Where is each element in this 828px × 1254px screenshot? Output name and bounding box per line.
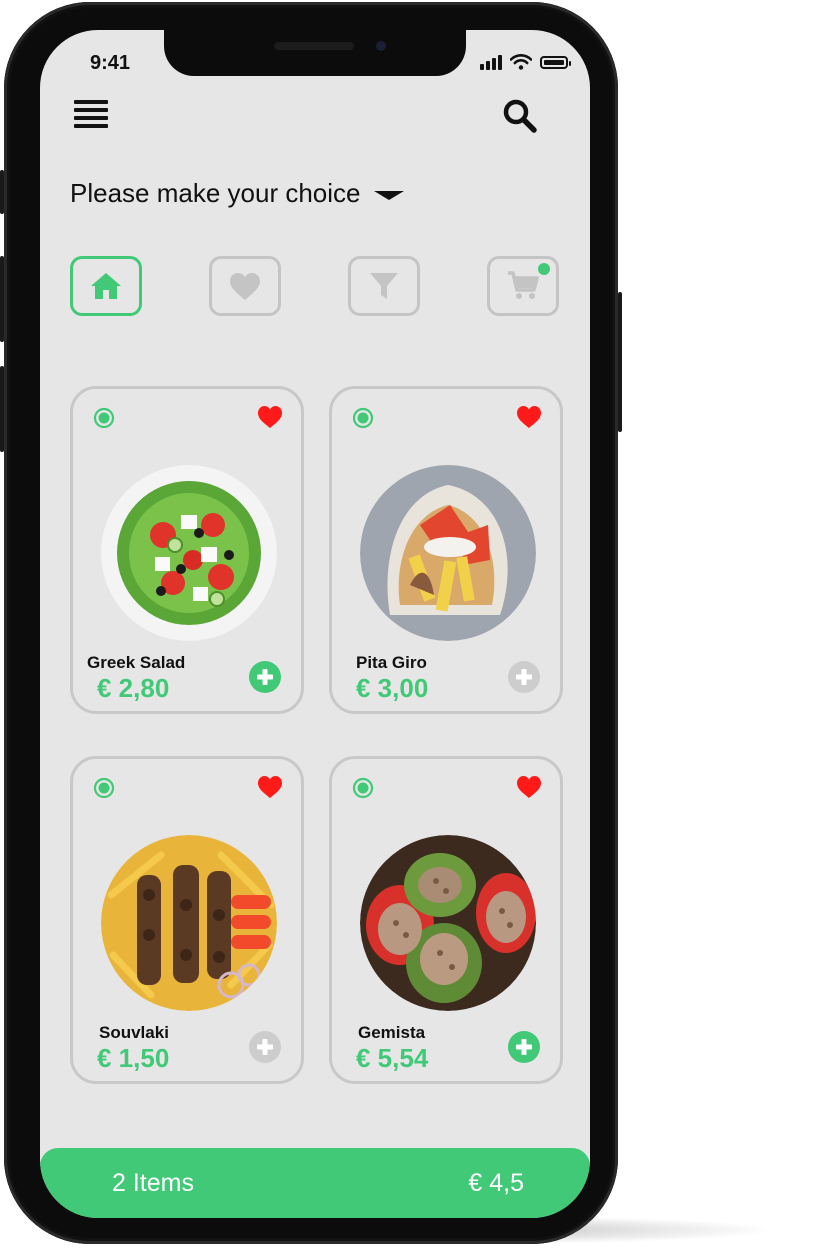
search-icon[interactable] bbox=[502, 98, 538, 134]
product-name: Pita Giro bbox=[356, 653, 427, 672]
product-card[interactable]: Souvlaki € 1,50 bbox=[70, 756, 304, 1084]
tab-home[interactable] bbox=[70, 256, 142, 316]
power-button bbox=[618, 292, 622, 432]
status-time: 9:41 bbox=[90, 52, 131, 74]
cart-badge bbox=[538, 263, 550, 275]
favorite-heart-icon[interactable] bbox=[257, 405, 283, 429]
speaker-grille bbox=[274, 42, 354, 50]
product-name: Greek Salad bbox=[87, 653, 186, 672]
category-tabs bbox=[70, 256, 566, 322]
choice-label: Please make your choice bbox=[70, 178, 361, 208]
veg-indicator-icon bbox=[352, 777, 374, 799]
battery-icon bbox=[540, 55, 571, 69]
product-name: Gemista bbox=[358, 1023, 426, 1042]
greek-salad-image bbox=[101, 465, 277, 641]
home-icon bbox=[91, 273, 121, 299]
product-card[interactable]: Greek Salad € 2,80 bbox=[70, 386, 304, 714]
product-card[interactable]: Gemista € 5,54 bbox=[329, 756, 563, 1084]
notch bbox=[164, 30, 466, 76]
product-card[interactable]: Pita Giro € 3,00 bbox=[329, 386, 563, 714]
product-price: € 5,54 bbox=[356, 1043, 429, 1073]
cart-icon bbox=[508, 271, 539, 299]
veg-indicator-icon bbox=[93, 777, 115, 799]
tab-filter[interactable] bbox=[348, 256, 420, 316]
product-name: Souvlaki bbox=[99, 1023, 169, 1042]
cart-total: € 4,5 bbox=[468, 1169, 524, 1197]
add-plus-icon[interactable] bbox=[508, 661, 540, 693]
menu-icon[interactable] bbox=[74, 100, 108, 130]
add-plus-icon[interactable] bbox=[249, 1031, 281, 1063]
cart-items-count: 2 Items bbox=[112, 1169, 194, 1197]
cart-summary-bar[interactable]: 2 Items € 4,5 bbox=[40, 1148, 590, 1218]
tab-favorites[interactable] bbox=[209, 256, 281, 316]
phone-frame: 9:41 Please make your choice Greek Salad… bbox=[0, 2, 622, 1244]
favorite-heart-icon[interactable] bbox=[516, 405, 542, 429]
choice-dropdown[interactable]: Please make your choice bbox=[70, 178, 405, 209]
add-plus-icon[interactable] bbox=[249, 661, 281, 693]
filter-icon bbox=[370, 273, 398, 299]
front-camera bbox=[376, 41, 386, 51]
favorite-heart-icon[interactable] bbox=[257, 775, 283, 799]
caret-down-icon bbox=[374, 191, 405, 200]
heart-icon bbox=[230, 273, 260, 300]
tab-cart[interactable] bbox=[487, 256, 559, 316]
product-price: € 2,80 bbox=[97, 673, 170, 703]
product-price: € 3,00 bbox=[356, 673, 429, 703]
product-price: € 1,50 bbox=[97, 1043, 170, 1073]
wifi-icon bbox=[510, 54, 532, 70]
veg-indicator-icon bbox=[352, 407, 374, 429]
signal-icon bbox=[480, 54, 502, 70]
volume-down-button bbox=[0, 366, 4, 452]
status-icons bbox=[480, 54, 571, 70]
app-screen: 9:41 Please make your choice Greek Salad… bbox=[40, 30, 590, 1218]
favorite-heart-icon[interactable] bbox=[516, 775, 542, 799]
volume-up-button bbox=[0, 256, 4, 342]
mute-switch bbox=[0, 170, 4, 214]
veg-indicator-icon bbox=[93, 407, 115, 429]
souvlaki-image bbox=[101, 835, 277, 1011]
pita-giro-image bbox=[360, 465, 536, 641]
gemista-image bbox=[360, 835, 536, 1011]
add-plus-icon[interactable] bbox=[508, 1031, 540, 1063]
